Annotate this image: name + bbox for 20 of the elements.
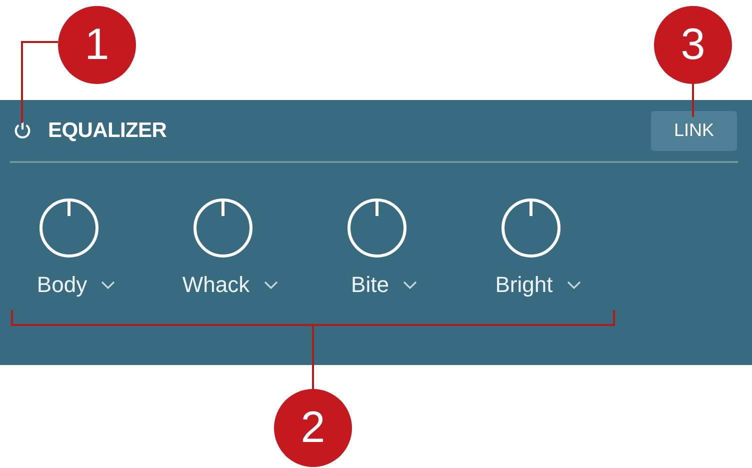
leader-line [312, 326, 314, 389]
callout-number: 2 [274, 389, 352, 467]
knob[interactable] [38, 197, 100, 259]
chevron-down-icon [402, 281, 417, 289]
leader-line [692, 84, 694, 117]
callout-number: 3 [654, 6, 732, 84]
chevron-down-icon [264, 281, 278, 289]
power-icon[interactable] [13, 121, 32, 140]
knob[interactable] [192, 197, 254, 259]
section-title: EQUALIZER [48, 118, 168, 142]
knob-dropdown[interactable]: Body [22, 272, 116, 298]
knob[interactable] [500, 197, 562, 259]
knob-dropdown[interactable]: Whack [168, 272, 278, 298]
chevron-down-icon [101, 281, 116, 289]
knob[interactable] [346, 197, 408, 259]
callout-number: 1 [58, 6, 136, 84]
knob-dropdown[interactable]: Bite [337, 272, 417, 298]
knob-dropdown[interactable]: Bright [481, 272, 581, 298]
chevron-down-icon [566, 281, 581, 289]
link-button[interactable]: LINK [651, 110, 737, 150]
